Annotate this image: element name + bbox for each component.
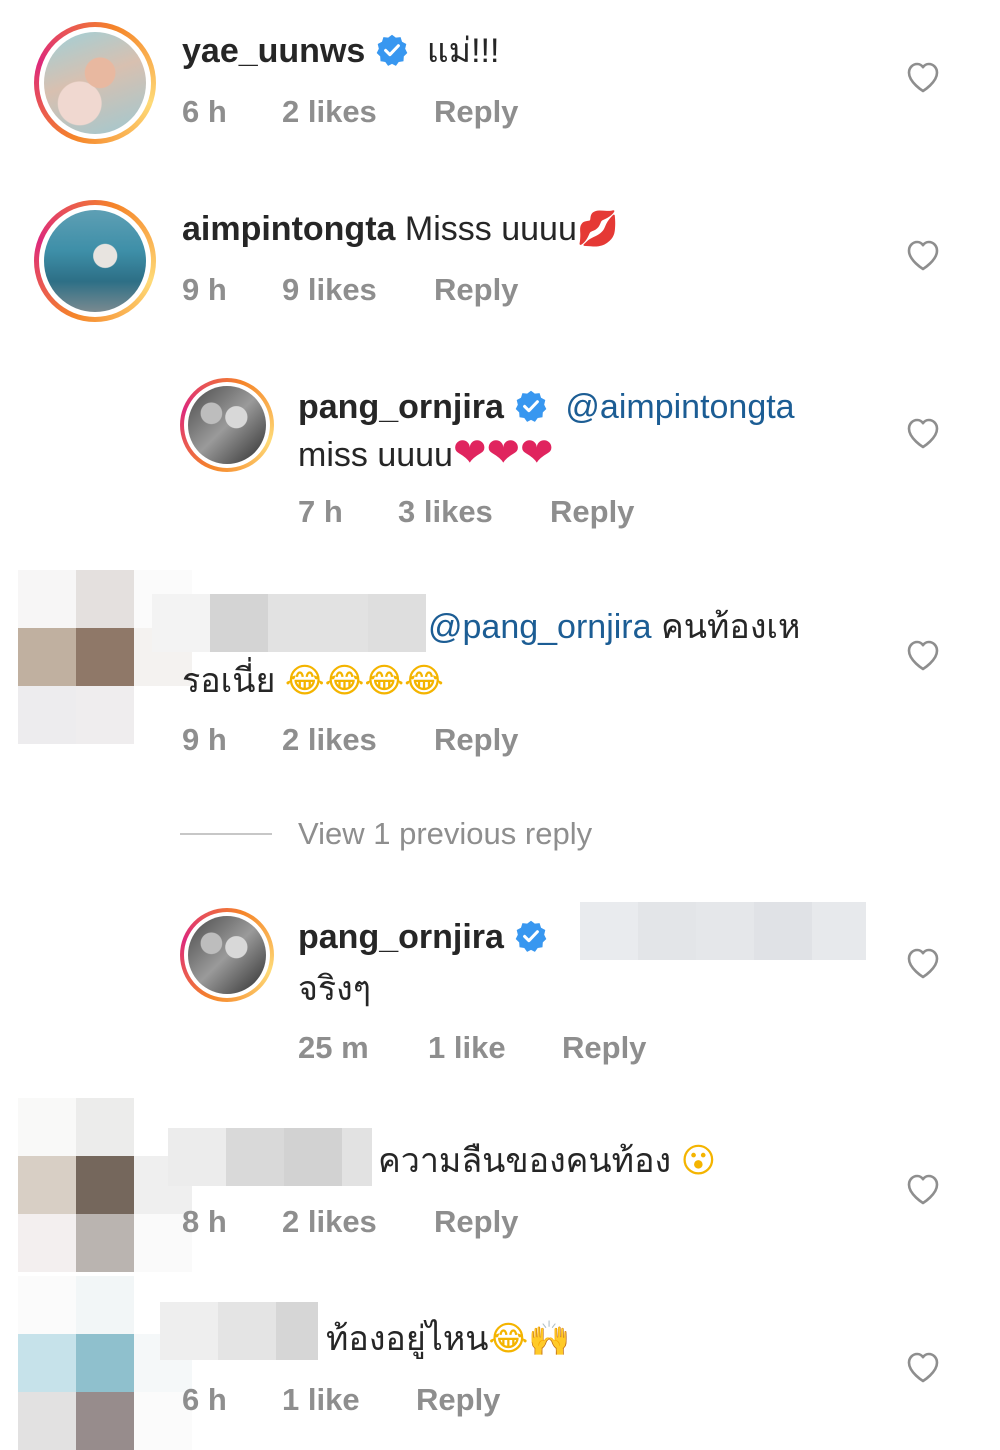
comment-text: aimpintongta Misss uuuu💋 <box>182 206 619 252</box>
comment-time: 9 h <box>182 272 227 307</box>
comment-text-line2: รอเนี่ย 😂😂😂😂 <box>182 658 444 704</box>
avatar-blurred[interactable] <box>18 1098 192 1272</box>
comment-text: ท้องอยู่ไหน😂🙌 <box>326 1316 571 1362</box>
reply-button[interactable]: Reply <box>434 272 518 308</box>
comment-body: ความลืนของคนท้อง <box>378 1142 672 1180</box>
comment-item: aimpintongta Misss uuuu💋 9 h 9 likes Rep… <box>0 170 1000 330</box>
comment-item: yae_uunws แม่!!! 6 h 2 likes Reply <box>0 0 1000 160</box>
surprised-face-icon: 😮 <box>680 1141 717 1181</box>
view-replies-divider <box>180 833 272 835</box>
tears-of-joy-icon: 😂🙌 <box>488 1319 571 1359</box>
avatar[interactable] <box>34 200 156 322</box>
view-previous-replies-button[interactable]: View 1 previous reply <box>298 816 592 852</box>
mention-blurred[interactable] <box>580 902 866 960</box>
comment-body: miss uuuu <box>298 436 453 474</box>
comment-time: 6 h <box>182 94 227 129</box>
heart-icon[interactable] <box>905 1350 941 1384</box>
kiss-mark-icon: 💋 <box>576 209 620 249</box>
verified-badge-icon <box>515 920 547 952</box>
comment-text-line2: miss uuuu❤❤❤ <box>298 430 554 478</box>
username[interactable]: aimpintongta <box>182 210 395 248</box>
avatar[interactable] <box>180 378 274 472</box>
username-blurred[interactable] <box>160 1302 318 1360</box>
verified-badge-icon <box>515 390 547 422</box>
comment-time: 8 h <box>182 1204 227 1239</box>
reply-button[interactable]: Reply <box>562 1030 646 1066</box>
comment-time: 7 h <box>298 494 343 529</box>
reply-button[interactable]: Reply <box>434 94 518 130</box>
verified-badge-icon <box>377 34 408 66</box>
comment-body: ท้องอยู่ไหน <box>326 1320 489 1358</box>
heart-icon[interactable] <box>905 416 941 450</box>
comment-text: yae_uunws แม่!!! <box>182 28 499 74</box>
comment-time: 9 h <box>182 722 227 757</box>
heart-icon[interactable] <box>905 238 941 272</box>
comment-time: 6 h <box>182 1382 227 1417</box>
reply-button[interactable]: Reply <box>416 1382 500 1418</box>
likes-count[interactable]: 2 likes <box>282 722 377 758</box>
username-blurred[interactable] <box>168 1128 372 1186</box>
likes-count[interactable]: 1 like <box>282 1382 360 1418</box>
username[interactable]: pang_ornjira <box>298 388 504 426</box>
comment-text: pang_ornjira @aimpintongta <box>298 384 795 430</box>
tears-of-joy-icon: 😂😂😂😂 <box>284 661 444 701</box>
comment-body: รอเนี่ย <box>182 662 276 700</box>
reply-button[interactable]: Reply <box>434 1204 518 1240</box>
comment-item: @pang_ornjira คนท้องเห รอเนี่ย 😂😂😂😂 9 h … <box>0 570 1000 770</box>
heart-icon[interactable] <box>905 638 941 672</box>
likes-count[interactable]: 1 like <box>428 1030 506 1066</box>
likes-count[interactable]: 2 likes <box>282 1204 377 1240</box>
comment-text-line2: จริงๆ <box>298 966 371 1012</box>
mention-link[interactable]: @pang_ornjira <box>428 608 652 646</box>
username-blurred[interactable] <box>152 594 426 652</box>
comment-text: ความลืนของคนท้อง 😮 <box>378 1138 716 1184</box>
heart-icon[interactable] <box>905 60 941 94</box>
comment-body: Misss uuuu <box>404 210 577 248</box>
comment-time: 25 m <box>298 1030 369 1065</box>
comment-reply-item: pang_ornjira @aimpintongta miss uuuu❤❤❤ … <box>0 370 1000 550</box>
reply-button[interactable]: Reply <box>434 722 518 758</box>
heart-icon[interactable] <box>905 946 941 980</box>
avatar[interactable] <box>180 908 274 1002</box>
comment-body: จริงๆ <box>298 970 372 1008</box>
heart-icon[interactable] <box>905 1172 941 1206</box>
comment-body: แม่!!! <box>426 32 500 70</box>
avatar[interactable] <box>34 22 156 144</box>
comment-item: ความลืนของคนท้อง 😮 8 h 2 likes Reply <box>0 1098 1000 1278</box>
mention-link[interactable]: @aimpintongta <box>565 388 794 426</box>
red-heart-icon: ❤❤❤ <box>452 430 554 476</box>
likes-count[interactable]: 3 likes <box>398 494 493 530</box>
comment-text: @pang_ornjira คนท้องเห <box>428 604 800 650</box>
comment-item: ท้องอยู่ไหน😂🙌 6 h 1 like Reply <box>0 1276 1000 1450</box>
likes-count[interactable]: 2 likes <box>282 94 377 130</box>
username[interactable]: yae_uunws <box>182 32 365 70</box>
comment-text: pang_ornjira <box>298 914 556 960</box>
comment-reply-item: pang_ornjira จริงๆ 25 m 1 like Reply <box>0 900 1000 1080</box>
comment-body: คนท้องเห <box>661 608 801 646</box>
reply-button[interactable]: Reply <box>550 494 634 530</box>
likes-count[interactable]: 9 likes <box>282 272 377 308</box>
username[interactable]: pang_ornjira <box>298 918 504 956</box>
